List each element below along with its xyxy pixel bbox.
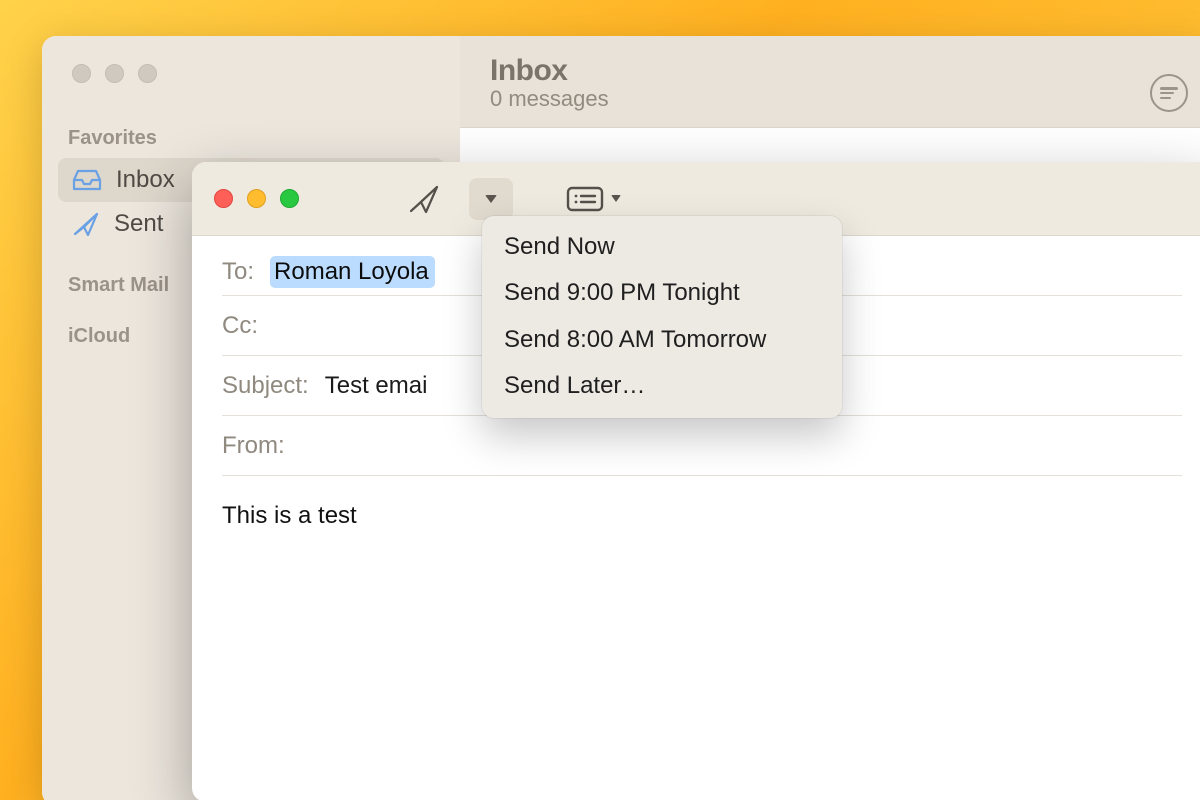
message-count: 0 messages [490,86,609,112]
paper-plane-icon [72,211,100,237]
compose-body[interactable]: This is a test [192,476,1200,556]
zoom-button[interactable] [138,64,157,83]
sidebar-item-label: Sent [114,210,163,238]
close-button[interactable] [72,64,91,83]
minimize-button[interactable] [105,64,124,83]
subject-label: Subject: [222,372,309,400]
sidebar-heading-favorites: Favorites [68,127,444,150]
close-button[interactable] [214,189,233,208]
chevron-down-icon [611,195,621,202]
filter-button[interactable] [1150,74,1188,112]
minimize-button[interactable] [247,189,266,208]
recipient-chip[interactable]: Roman Loyola [270,256,435,288]
send-button[interactable] [397,178,451,220]
compose-window: To: Roman Loyola Cc: Subject: Test emai … [192,162,1200,800]
sidebar-item-label: Inbox [116,166,175,194]
filter-icon [1160,87,1178,99]
cc-label: Cc: [222,312,258,340]
header-fields-button[interactable] [561,178,625,220]
send-options-button[interactable] [469,178,513,220]
list-rect-icon [565,184,605,214]
menu-item-send-tomorrow[interactable]: Send 8:00 AM Tomorrow [482,317,842,363]
zoom-button[interactable] [280,189,299,208]
menu-item-send-now[interactable]: Send Now [482,224,842,270]
folder-title: Inbox [490,54,609,88]
from-label: From: [222,432,285,460]
window-controls [42,36,460,83]
window-controls [214,189,299,208]
to-label: To: [222,258,254,286]
chevron-down-icon [485,195,497,203]
menu-item-send-tonight[interactable]: Send 9:00 PM Tonight [482,270,842,316]
menu-item-send-later[interactable]: Send Later… [482,363,842,409]
tray-icon [72,168,102,192]
send-options-menu: Send Now Send 9:00 PM Tonight Send 8:00 … [482,216,842,418]
paper-plane-icon [407,183,441,215]
mail-content-header: Inbox 0 messages [460,36,1200,128]
from-field-row[interactable]: From: [222,416,1182,476]
